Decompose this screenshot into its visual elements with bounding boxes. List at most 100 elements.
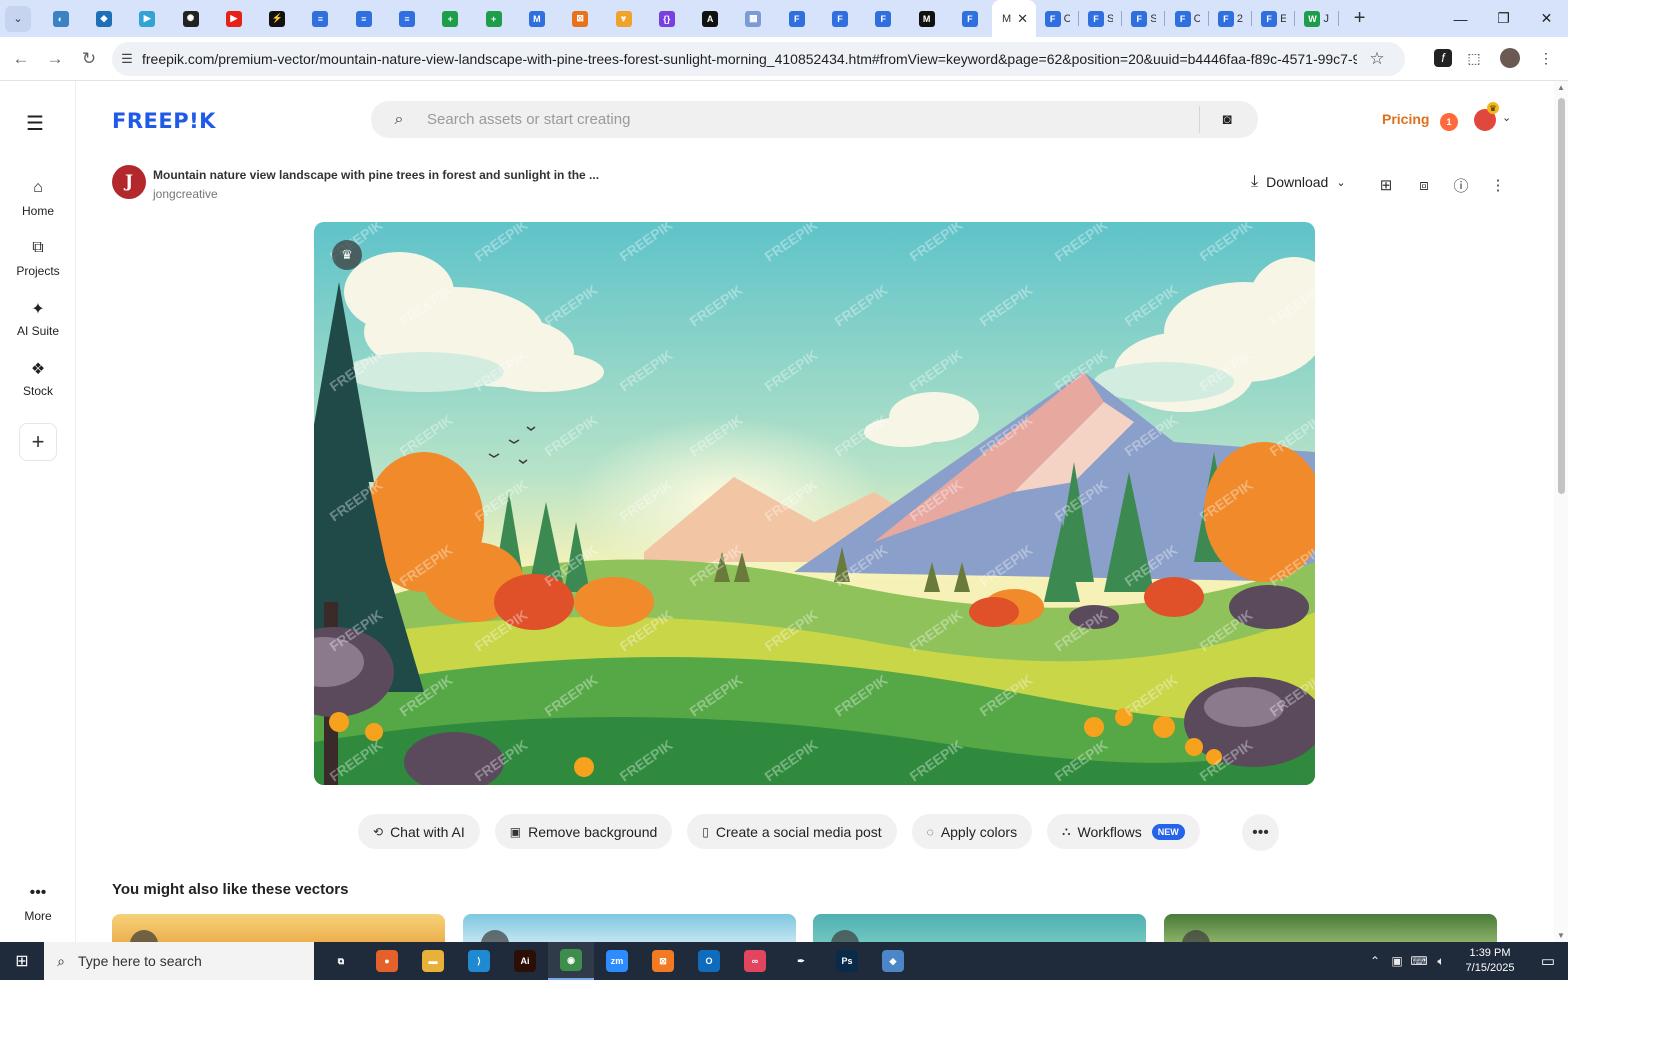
browser-tab[interactable]: A bbox=[688, 0, 731, 37]
camera-icon[interactable]: ◙ bbox=[1200, 111, 1254, 128]
notification-badge[interactable]: 1 bbox=[1440, 113, 1458, 131]
browser-tab[interactable]: FC bbox=[1165, 0, 1210, 37]
asset-preview-image[interactable]: FREEPIK FREEPIK FREEPIK FREEPIK FREEPIK FREEP… bbox=[314, 222, 1315, 785]
scrollbar-thumb[interactable] bbox=[1558, 98, 1565, 494]
extension-f-icon[interactable]: f bbox=[1434, 49, 1452, 67]
related-thumbnail[interactable] bbox=[112, 914, 445, 942]
scroll-up-icon[interactable]: ▲ bbox=[1557, 83, 1565, 92]
forward-button[interactable]: → bbox=[38, 42, 72, 76]
browser-tab[interactable]: ⊠ bbox=[559, 0, 602, 37]
browser-tab[interactable]: ⚡ bbox=[255, 0, 298, 37]
notification-center-icon[interactable]: ▭ bbox=[1528, 952, 1568, 970]
taskbar-app-file-explorer[interactable]: ▬ bbox=[410, 942, 456, 980]
edit-image-icon[interactable]: ⧈ bbox=[1412, 173, 1436, 197]
taskbar-app-task-view[interactable]: ⧉ bbox=[318, 942, 364, 980]
scroll-down-icon[interactable]: ▼ bbox=[1557, 931, 1565, 940]
browser-tab[interactable]: ≡ bbox=[342, 0, 385, 37]
chevron-down-icon[interactable]: ⌄ bbox=[1502, 111, 1511, 124]
download-button[interactable]: ⤓ Download ⌄ bbox=[1251, 173, 1346, 191]
restore-button[interactable]: ❐ bbox=[1482, 0, 1525, 37]
taskbar-app-creative-cloud[interactable]: ∞ bbox=[732, 942, 778, 980]
extensions-puzzle-icon[interactable]: ⬚ bbox=[1460, 44, 1488, 72]
browser-tab[interactable]: + bbox=[472, 0, 515, 37]
volume-icon[interactable]: 🔈︎ bbox=[1430, 954, 1452, 969]
asset-author-link[interactable]: jongcreative bbox=[153, 187, 218, 201]
minimize-button[interactable]: — bbox=[1439, 0, 1482, 37]
bookmark-star-icon[interactable]: ☆ bbox=[1357, 49, 1397, 69]
browser-tab[interactable]: ◆ bbox=[82, 0, 125, 37]
browser-tab[interactable]: ✺ bbox=[169, 0, 212, 37]
tray-app-icon[interactable]: ▣ bbox=[1386, 954, 1408, 968]
browser-tab[interactable]: F bbox=[818, 0, 861, 37]
save-to-folder-icon[interactable]: ⊞ bbox=[1374, 173, 1398, 197]
taskbar-app-pen-tool[interactable]: ✒ bbox=[778, 942, 824, 980]
browser-tab[interactable]: ≡ bbox=[385, 0, 428, 37]
sidebar-item-stock[interactable]: ❖ Stock bbox=[0, 359, 76, 398]
apply-colors-button[interactable]: ◌ Apply colors bbox=[911, 814, 1033, 849]
related-thumbnail[interactable] bbox=[1164, 914, 1497, 942]
tab-search-button[interactable]: ⌄ bbox=[5, 5, 31, 32]
profile-avatar[interactable] bbox=[1496, 44, 1524, 72]
browser-tab[interactable]: ▦ bbox=[732, 0, 775, 37]
network-icon[interactable]: ⌨ bbox=[1408, 954, 1430, 968]
sidebar-item-ai-suite[interactable]: ✦ AI Suite bbox=[0, 299, 76, 338]
browser-tab[interactable]: ◐ bbox=[39, 0, 82, 37]
taskbar-app-photoshop[interactable]: Ps bbox=[824, 942, 870, 980]
remove-background-button[interactable]: ▣ Remove background bbox=[494, 814, 673, 849]
hamburger-menu-icon[interactable]: ☰ bbox=[26, 111, 48, 136]
sidebar-item-home[interactable]: ⌂ Home bbox=[0, 179, 76, 218]
pricing-link[interactable]: Pricing bbox=[1382, 111, 1429, 127]
search-input[interactable] bbox=[427, 111, 1197, 128]
browser-tab[interactable]: F bbox=[862, 0, 905, 37]
browser-tab[interactable]: FC bbox=[1036, 0, 1080, 37]
browser-tab[interactable]: + bbox=[429, 0, 472, 37]
browser-tab[interactable]: ▶ bbox=[212, 0, 255, 37]
browser-tab[interactable]: FS bbox=[1122, 0, 1166, 37]
browser-tab[interactable]: {} bbox=[645, 0, 688, 37]
chat-with-ai-button[interactable]: ⟲ Chat with AI bbox=[358, 814, 480, 849]
windows-start-button[interactable]: ⊞ bbox=[0, 942, 44, 980]
related-thumbnail[interactable] bbox=[813, 914, 1146, 942]
freepik-logo[interactable]: FREEP!K bbox=[112, 109, 216, 133]
browser-tab[interactable]: F2 bbox=[1209, 0, 1253, 37]
author-avatar[interactable]: J bbox=[112, 165, 146, 199]
more-actions-button[interactable]: ••• bbox=[1242, 814, 1279, 851]
browser-tab[interactable]: FE bbox=[1252, 0, 1296, 37]
browser-tab[interactable]: M bbox=[905, 0, 948, 37]
browser-menu-icon[interactable]: ⋮ bbox=[1532, 44, 1560, 72]
browser-tab[interactable]: ▶ bbox=[126, 0, 169, 37]
sidebar-item-projects[interactable]: ⧉ Projects bbox=[0, 239, 76, 278]
browser-tab[interactable]: F bbox=[948, 0, 991, 37]
info-icon[interactable]: ⓘ bbox=[1449, 173, 1473, 197]
workflows-button[interactable]: ⛬ Workflows NEW bbox=[1047, 814, 1200, 849]
more-options-icon[interactable]: ⋮ bbox=[1486, 173, 1510, 197]
site-info-icon[interactable]: ☰ bbox=[112, 51, 142, 67]
taskbar-app-firefox[interactable]: ● bbox=[364, 942, 410, 980]
taskbar-app-app[interactable]: ◆ bbox=[870, 942, 916, 980]
new-tab-button[interactable]: + bbox=[1345, 4, 1375, 34]
system-clock[interactable]: 1:39 PM 7/15/2025 bbox=[1452, 946, 1528, 976]
browser-tab[interactable]: WJ bbox=[1295, 0, 1339, 37]
back-button[interactable]: ← bbox=[4, 42, 38, 76]
browser-tab[interactable]: M bbox=[515, 0, 558, 37]
close-tab-icon[interactable]: ✕ bbox=[1017, 11, 1028, 27]
taskbar-app-vscode[interactable]: ⟩ bbox=[456, 942, 502, 980]
add-button[interactable]: + bbox=[19, 423, 57, 461]
sidebar-item-more[interactable]: ••• More bbox=[0, 884, 76, 923]
url-text[interactable]: freepik.com/premium-vector/mountain-natu… bbox=[142, 51, 1357, 67]
taskbar-app-outlook[interactable]: O bbox=[686, 942, 732, 980]
taskbar-app-chrome[interactable]: ◉ bbox=[548, 942, 594, 980]
related-thumbnail[interactable] bbox=[463, 914, 796, 942]
tray-overflow-icon[interactable]: ⌃ bbox=[1364, 954, 1386, 968]
social-media-post-button[interactable]: ▯ Create a social media post bbox=[687, 814, 897, 849]
reload-button[interactable]: ↻ bbox=[72, 42, 106, 76]
browser-tab[interactable]: F bbox=[775, 0, 818, 37]
browser-tab[interactable]: FS bbox=[1079, 0, 1123, 37]
address-bar[interactable]: ☰ freepik.com/premium-vector/mountain-na… bbox=[112, 42, 1405, 76]
taskbar-app-xampp[interactable]: ⊠ bbox=[640, 942, 686, 980]
browser-tab-active[interactable]: M ✕ bbox=[991, 0, 1036, 37]
browser-tab[interactable]: ≡ bbox=[299, 0, 342, 37]
taskbar-app-illustrator[interactable]: Ai bbox=[502, 942, 548, 980]
browser-tab[interactable]: ⩔ bbox=[602, 0, 645, 37]
close-window-button[interactable]: ✕ bbox=[1525, 0, 1568, 37]
